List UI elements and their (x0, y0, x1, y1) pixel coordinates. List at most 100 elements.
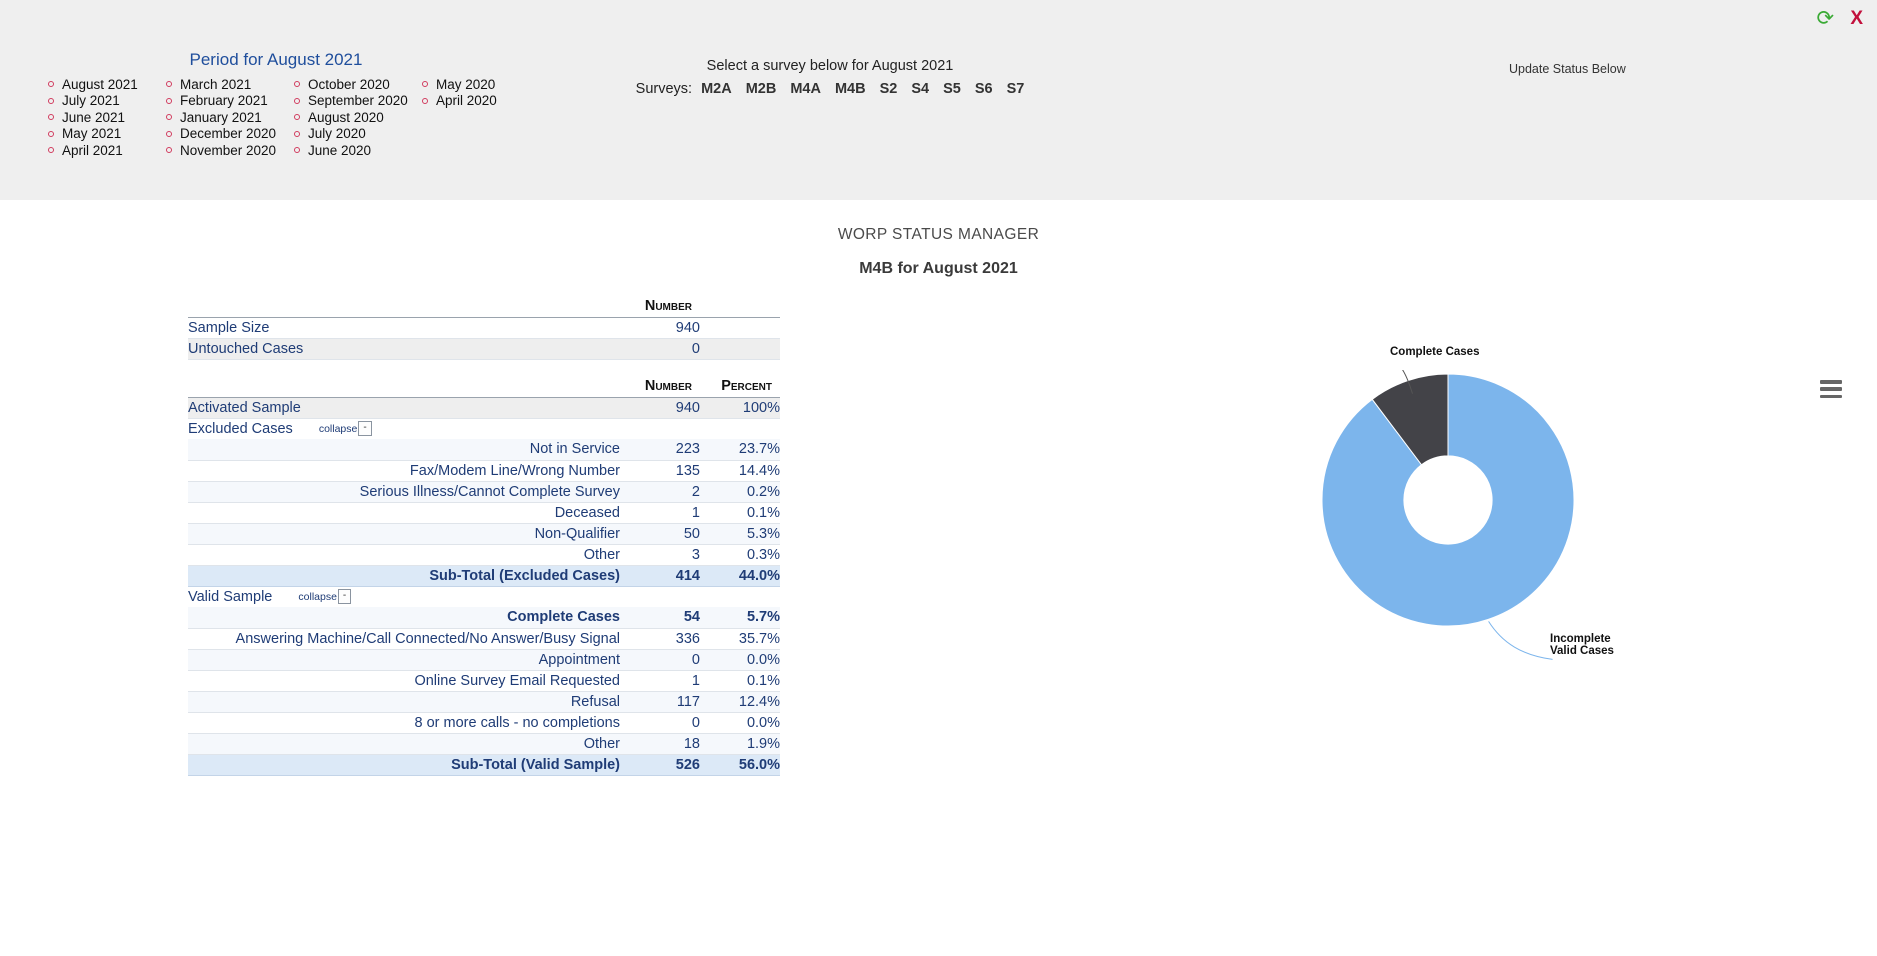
valid-sample-section-header: Valid Sample collapse - (188, 586, 780, 607)
app-title: WORP STATUS MANAGER (837, 226, 1040, 243)
row-spacer (700, 317, 780, 339)
period-option[interactable]: August 2020 (292, 109, 420, 126)
period-option-label: July 2020 (308, 126, 366, 142)
period-option[interactable]: August 2021 (46, 76, 164, 93)
row-label: Not in Service (188, 439, 620, 461)
row-percent: 35.7% (700, 628, 780, 650)
row-percent: 12.4% (700, 691, 780, 713)
radio-bullet-icon (294, 97, 300, 104)
section-label-cell: Excluded Cases collapse - (188, 418, 620, 439)
row-label: Activated Sample (188, 397, 620, 419)
period-option-label: September 2020 (308, 93, 408, 109)
row-label: Sample Size (188, 317, 620, 339)
period-option-label: July 2021 (62, 93, 120, 109)
period-option[interactable]: July 2020 (292, 126, 420, 143)
table-row: Serious Illness/Cannot Complete Survey 2… (188, 481, 780, 503)
period-option-label: May 2020 (436, 76, 496, 92)
collapse-toggle-button[interactable]: - (358, 421, 372, 437)
survey-link-s2[interactable]: S2 (880, 81, 898, 97)
period-columns: August 2021 July 2021 June 2021 May 2021… (46, 76, 606, 159)
period-option[interactable]: June 2021 (46, 109, 164, 126)
row-label: Sub-Total (Valid Sample) (188, 754, 620, 776)
status-donut-chart: Complete Cases Incomplete Valid Cases (1320, 346, 1860, 760)
row-number: 940 (620, 317, 700, 339)
survey-links-row: Surveys: M2A M2B M4A M4B S2 S4 S5 S6 S7 (620, 81, 1040, 97)
row-label: Deceased (188, 502, 620, 524)
survey-link-s6[interactable]: S6 (975, 81, 993, 97)
row-number: 223 (620, 439, 700, 461)
row-percent: 0.2% (700, 481, 780, 503)
chart-label-complete-cases: Complete Cases (1390, 346, 1480, 358)
row-number: 336 (620, 628, 700, 650)
radio-bullet-icon (166, 147, 172, 154)
section-label-cell: Valid Sample collapse - (188, 586, 620, 607)
refresh-icon[interactable]: ⟳ (1814, 8, 1836, 30)
section-number-spacer (620, 586, 700, 607)
period-option-label: January 2021 (180, 109, 262, 125)
survey-link-m2a[interactable]: M2A (701, 81, 732, 97)
table-row: Non-Qualifier 50 5.3% (188, 523, 780, 545)
summary-table: Number Sample Size 940 Untouched Cases 0 (188, 296, 780, 376)
top-header-band: ⟳ X Period for August 2021 August 2021 J… (0, 0, 1877, 200)
period-option[interactable]: April 2020 (420, 93, 538, 110)
period-option-label: August 2020 (308, 109, 384, 125)
period-option-label: June 2021 (62, 109, 126, 125)
survey-link-m2b[interactable]: M2B (746, 81, 777, 97)
row-number: 940 (620, 397, 700, 419)
period-option[interactable]: February 2021 (164, 93, 292, 110)
chart-label-incomplete-valid-cases: Incomplete Valid Cases (1550, 633, 1614, 657)
valid-collapse-control[interactable]: collapse - (298, 589, 352, 605)
row-number: 3 (620, 544, 700, 566)
excluded-collapse-control[interactable]: collapse - (319, 421, 372, 437)
radio-bullet-icon (166, 114, 172, 121)
radio-bullet-icon (422, 81, 428, 88)
activated-sample-row: Activated Sample 940 100% (188, 397, 780, 419)
table-row: Sample Size 940 (188, 317, 780, 339)
survey-link-s4[interactable]: S4 (911, 81, 929, 97)
survey-link-m4b[interactable]: M4B (835, 81, 866, 97)
period-option-label: August 2021 (62, 76, 138, 92)
row-label: Other (188, 544, 620, 566)
section-number-spacer (620, 418, 700, 439)
row-number: 0 (620, 649, 700, 671)
report-title: M4B for August 2021 (859, 260, 1018, 277)
row-percent: 5.7% (700, 607, 780, 629)
detail-header-row: Number Percent (188, 375, 780, 398)
row-percent: 44.0% (700, 565, 780, 587)
period-option[interactable]: May 2020 (420, 76, 538, 93)
summary-header-spacer (700, 296, 780, 318)
row-number: 526 (620, 754, 700, 776)
period-option[interactable]: June 2020 (292, 142, 420, 159)
period-column-1: August 2021 July 2021 June 2021 May 2021… (46, 76, 164, 159)
row-percent: 0.0% (700, 649, 780, 671)
period-option[interactable]: October 2020 (292, 76, 420, 93)
period-option[interactable]: March 2021 (164, 76, 292, 93)
period-option[interactable]: May 2021 (46, 126, 164, 143)
period-option[interactable]: April 2021 (46, 142, 164, 159)
period-option[interactable]: July 2021 (46, 93, 164, 110)
table-row: Appointment 0 0.0% (188, 649, 780, 671)
survey-link-s5[interactable]: S5 (943, 81, 961, 97)
period-option-label: May 2021 (62, 126, 122, 142)
row-number: 135 (620, 460, 700, 482)
period-column-4: May 2020 April 2020 (420, 76, 538, 159)
period-option[interactable]: September 2020 (292, 93, 420, 110)
close-icon[interactable]: X (1850, 8, 1863, 30)
excluded-subtotal-row: Sub-Total (Excluded Cases) 414 44.0% (188, 565, 780, 587)
collapse-label: collapse (298, 590, 337, 603)
period-option[interactable]: November 2020 (164, 142, 292, 159)
radio-bullet-icon (294, 130, 300, 137)
chart-label-line1: Incomplete (1550, 633, 1611, 645)
hamburger-menu-icon[interactable] (1820, 380, 1842, 398)
radio-bullet-icon (48, 147, 54, 154)
survey-link-s7[interactable]: S7 (1007, 81, 1025, 97)
period-column-2: March 2021 February 2021 January 2021 De… (164, 76, 292, 159)
radio-bullet-icon (48, 130, 54, 137)
survey-prompt: Select a survey below for August 2021 (706, 58, 954, 74)
period-option[interactable]: January 2021 (164, 109, 292, 126)
survey-link-m4a[interactable]: M4A (790, 81, 821, 97)
table-row: Fax/Modem Line/Wrong Number 135 14.4% (188, 460, 780, 482)
collapse-toggle-button[interactable]: - (337, 589, 352, 605)
period-option[interactable]: December 2020 (164, 126, 292, 143)
row-percent: 14.4% (700, 460, 780, 482)
